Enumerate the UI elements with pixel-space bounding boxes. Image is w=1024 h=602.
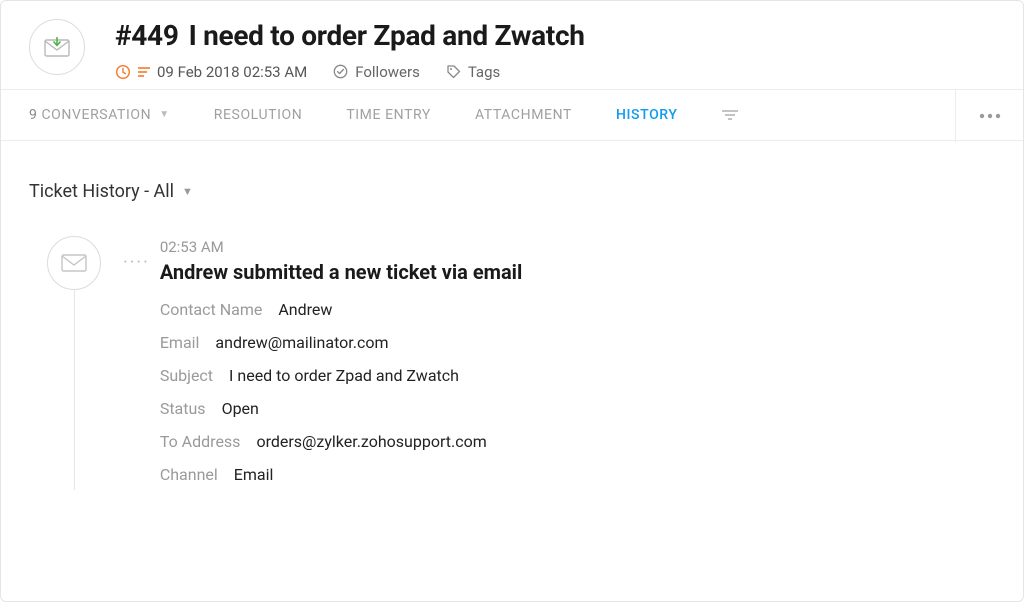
ticket-header: #449 I need to order Zpad and Zwatch 09 F… <box>1 1 1023 89</box>
field-label: Channel <box>160 465 218 484</box>
conversation-count: 9 <box>29 107 37 123</box>
field-subject: Subject I need to order Zpad and Zwatch <box>160 366 995 385</box>
event-title: Andrew submitted a new ticket via email <box>160 260 995 284</box>
field-value: Andrew <box>278 300 332 319</box>
tag-icon <box>446 64 461 79</box>
field-value: andrew@mailinator.com <box>215 333 388 352</box>
history-body: Ticket History - All ▼ ···· 02:53 AM And… <box>1 141 1023 498</box>
ticket-channel-icon-wrap <box>29 19 85 75</box>
field-value: Open <box>222 399 259 418</box>
field-value: I need to order Zpad and Zwatch <box>229 366 459 385</box>
field-to-address: To Address orders@zylker.zohosupport.com <box>160 432 995 451</box>
sort-icon[interactable] <box>722 110 738 120</box>
chevron-down-icon: ▼ <box>182 185 193 198</box>
history-filter-dropdown[interactable]: Ticket History - All ▼ <box>29 181 995 202</box>
field-status: Status Open <box>160 399 995 418</box>
event-icon-column <box>29 236 119 290</box>
ticket-subject: I need to order Zpad and Zwatch <box>189 19 585 52</box>
event-time: 02:53 AM <box>160 238 995 256</box>
field-value: Email <box>234 465 274 484</box>
tab-time-entry-label: TIME ENTRY <box>346 107 431 123</box>
field-value: orders@zylker.zohosupport.com <box>256 432 486 451</box>
tab-attachment-label: ATTACHMENT <box>475 107 572 123</box>
tab-time-entry[interactable]: TIME ENTRY <box>346 107 431 123</box>
check-circle-icon <box>333 64 348 79</box>
tab-resolution[interactable]: RESOLUTION <box>214 107 303 123</box>
tab-attachment[interactable]: ATTACHMENT <box>475 107 572 123</box>
field-email: Email andrew@mailinator.com <box>160 333 995 352</box>
followers-label: Followers <box>355 63 420 81</box>
tab-resolution-label: RESOLUTION <box>214 107 303 123</box>
field-label: Contact Name <box>160 300 263 319</box>
field-label: Status <box>160 399 206 418</box>
list-icon <box>138 67 150 77</box>
header-content: #449 I need to order Zpad and Zwatch 09 F… <box>115 19 995 81</box>
tab-conversation-label: CONVERSATION <box>41 107 151 123</box>
tags-link[interactable]: Tags <box>446 63 500 81</box>
ticket-title: #449 I need to order Zpad and Zwatch <box>115 19 995 53</box>
event-more-button[interactable]: ···· <box>123 254 150 272</box>
field-contact-name: Contact Name Andrew <box>160 300 995 319</box>
more-actions-button[interactable] <box>955 90 1023 142</box>
followers-link[interactable]: Followers <box>333 63 420 81</box>
tab-conversation[interactable]: 9 CONVERSATION ▼ <box>29 107 170 123</box>
tab-history[interactable]: HISTORY <box>616 107 678 123</box>
ellipsis-icon <box>979 113 1001 119</box>
field-label: To Address <box>160 432 241 451</box>
history-filter-label: Ticket History - All <box>29 181 174 202</box>
ticket-tabs: 9 CONVERSATION ▼ RESOLUTION TIME ENTRY A… <box>1 89 1023 141</box>
tags-label: Tags <box>468 63 500 81</box>
field-label: Email <box>160 333 200 352</box>
clock-icon <box>115 64 131 80</box>
event-content: 02:53 AM Andrew submitted a new ticket v… <box>160 236 995 498</box>
meta-row: 09 Feb 2018 02:53 AM Followers Tags <box>115 63 995 81</box>
email-icon <box>61 254 87 272</box>
email-inbound-icon <box>44 37 70 57</box>
history-event: ···· 02:53 AM Andrew submitted a new tic… <box>29 236 995 498</box>
field-channel: Channel Email <box>160 465 995 484</box>
ticket-number: #449 <box>115 19 179 52</box>
tab-history-label: HISTORY <box>616 107 678 123</box>
event-channel-icon-wrap <box>47 236 101 290</box>
chevron-down-icon: ▼ <box>159 109 170 120</box>
datetime-text: 09 Feb 2018 02:53 AM <box>157 63 307 81</box>
field-label: Subject <box>160 366 213 385</box>
ticket-datetime[interactable]: 09 Feb 2018 02:53 AM <box>115 63 307 81</box>
timeline-line <box>74 290 75 490</box>
